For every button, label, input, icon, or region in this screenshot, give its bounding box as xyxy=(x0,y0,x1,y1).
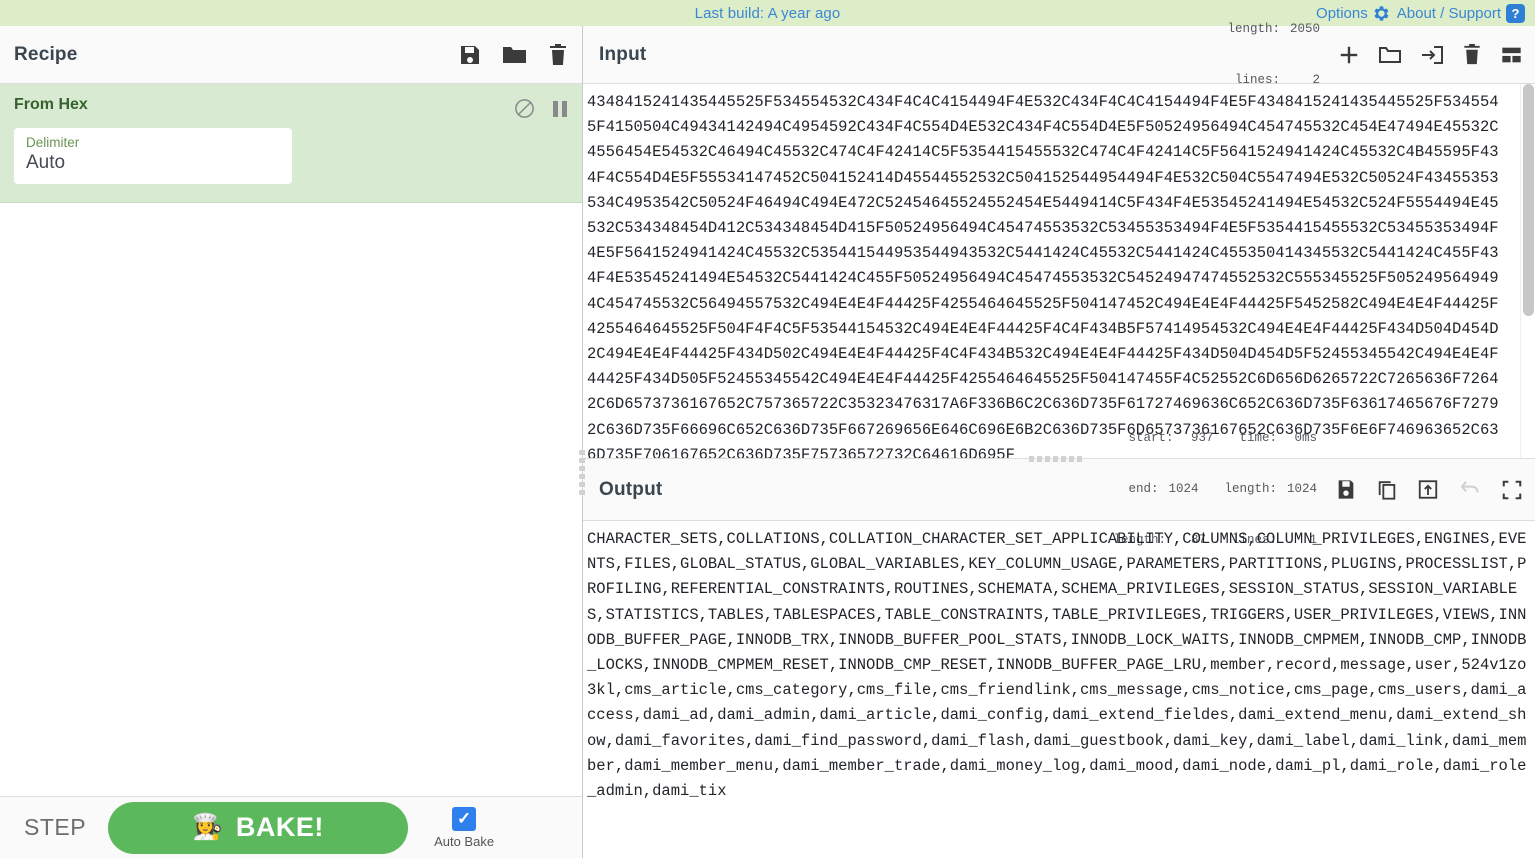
grip-dot xyxy=(1037,455,1042,462)
maximize-icon[interactable] xyxy=(1501,479,1523,501)
input-length-value: 2050 xyxy=(1289,21,1320,36)
about-support-label: About / Support xyxy=(1396,4,1501,22)
bake-bar: STEP 👩‍🍳 BAKE! ✓ Auto Bake xyxy=(0,796,582,858)
recipe-icon-group xyxy=(458,43,568,67)
import-icon[interactable] xyxy=(1420,44,1444,66)
grip-dot xyxy=(579,482,585,487)
grip-dot xyxy=(579,490,585,495)
options-label: Options xyxy=(1316,4,1368,22)
operation-name: From Hex xyxy=(14,96,88,113)
recipe-io-splitter[interactable] xyxy=(579,450,586,506)
input-length: length: 2050 xyxy=(1227,21,1320,38)
output-start-value: 937 xyxy=(1190,431,1214,445)
grip-dot xyxy=(579,458,585,463)
auto-bake-label: Auto Bake xyxy=(434,833,495,849)
step-button[interactable]: STEP xyxy=(18,814,92,841)
save-icon[interactable] xyxy=(458,43,482,67)
delimiter-label: Delimiter xyxy=(26,135,80,150)
auto-bake-toggle[interactable]: ✓ Auto Bake xyxy=(434,806,495,849)
output-start: start: 937 xyxy=(1128,430,1213,447)
disable-icon[interactable] xyxy=(513,97,536,120)
input-icon-group xyxy=(1338,43,1523,66)
chef-icon: 👩‍🍳 xyxy=(192,813,224,841)
options-link[interactable]: Options xyxy=(1316,5,1390,22)
question-icon: ? xyxy=(1506,3,1525,23)
recipe-title-bar: Recipe xyxy=(0,26,582,84)
grip-dot xyxy=(1077,455,1082,462)
output-text-area[interactable]: CHARACTER_SETS,COLLATIONS,COLLATION_CHAR… xyxy=(583,521,1535,858)
input-scrollbar-thumb[interactable] xyxy=(1523,84,1534,316)
output-stats-row-2: end: 1024 length: 1024 xyxy=(1113,481,1317,498)
bake-button[interactable]: 👩‍🍳 BAKE! xyxy=(108,801,409,854)
banner-links: Options About / Support ? xyxy=(1316,0,1525,26)
operation-from-hex[interactable]: From Hex Delimiter Auto xyxy=(0,84,582,203)
output-title-bar: Output start: 937 time: 0ms end: 1024 le… xyxy=(583,431,1535,547)
output-icon-group xyxy=(1335,478,1523,501)
input-section: Input length: 2050 lines: 2 434841524143… xyxy=(583,22,1535,462)
undo-icon[interactable] xyxy=(1458,478,1482,501)
grip-dot xyxy=(579,466,585,471)
input-length-key: length: xyxy=(1227,21,1280,36)
operation-icon-group xyxy=(513,97,568,120)
bake-to-input-icon[interactable] xyxy=(1417,478,1439,501)
output-section: Output start: 937 time: 0ms end: 1024 le… xyxy=(583,431,1535,858)
grip-dot xyxy=(1029,455,1034,462)
add-icon[interactable] xyxy=(1338,44,1360,66)
copy-icon[interactable] xyxy=(1376,478,1398,501)
output-end: end: 1024 xyxy=(1128,481,1198,498)
recipe-pane: Recipe xyxy=(0,26,586,858)
input-title: Input xyxy=(599,43,647,65)
gear-icon xyxy=(1374,5,1389,21)
output-stats-row-1: start: 937 time: 0ms xyxy=(1113,430,1317,447)
grip-dot xyxy=(579,474,585,479)
output-time-value: 0ms xyxy=(1294,431,1317,445)
recipe-operation-list[interactable]: From Hex Delimiter Auto xyxy=(0,84,582,796)
grip-dot xyxy=(1045,455,1050,462)
recipe-title: Recipe xyxy=(14,43,78,65)
tabs-icon[interactable] xyxy=(1500,44,1523,66)
trash-icon[interactable] xyxy=(548,43,568,67)
grip-dot xyxy=(1069,455,1074,462)
output-time: time: 0ms xyxy=(1239,430,1317,447)
trash-icon[interactable] xyxy=(1462,43,1482,66)
output-start-key: start: xyxy=(1128,431,1174,445)
about-support-link[interactable]: About / Support ? xyxy=(1396,3,1525,23)
pause-icon[interactable] xyxy=(552,99,568,119)
folder-icon[interactable] xyxy=(502,43,528,67)
output-time-key: time: xyxy=(1239,431,1277,445)
delimiter-field[interactable]: Delimiter Auto xyxy=(14,128,292,184)
bake-label: BAKE! xyxy=(235,812,324,842)
input-text-area[interactable]: 4348415241435445525F534554532C434F4C4C41… xyxy=(583,84,1535,458)
input-length-row: length: 2050 xyxy=(1227,21,1320,38)
folder-open-icon[interactable] xyxy=(1378,44,1402,66)
last-build-text: Last build: A year ago xyxy=(694,4,841,22)
app-body: Recipe xyxy=(0,22,1535,858)
input-output-splitter[interactable] xyxy=(1029,455,1089,462)
output-title: Output xyxy=(599,478,663,500)
output-end-value: 1024 xyxy=(1168,482,1199,496)
grip-dot xyxy=(579,450,585,455)
input-title-bar: Input length: 2050 lines: 2 xyxy=(583,22,1535,87)
output-text[interactable]: CHARACTER_SETS,COLLATIONS,COLLATION_CHAR… xyxy=(585,527,1531,804)
save-icon[interactable] xyxy=(1335,478,1357,501)
output-end-key: end: xyxy=(1128,482,1159,496)
grip-dot xyxy=(1053,455,1058,462)
io-pane: Input length: 2050 lines: 2 434841524143… xyxy=(583,22,1535,858)
output-length-key: length: xyxy=(1224,482,1277,496)
delimiter-value[interactable]: Auto xyxy=(26,151,280,175)
grip-dot xyxy=(1061,455,1066,462)
output-total-length: length: 1024 xyxy=(1224,481,1317,498)
output-length-value: 1024 xyxy=(1286,482,1317,496)
input-scrollbar[interactable] xyxy=(1520,84,1535,458)
auto-bake-checkbox[interactable]: ✓ xyxy=(452,806,477,831)
input-text[interactable]: 4348415241435445525F534554532C434F4C4C41… xyxy=(585,90,1521,458)
